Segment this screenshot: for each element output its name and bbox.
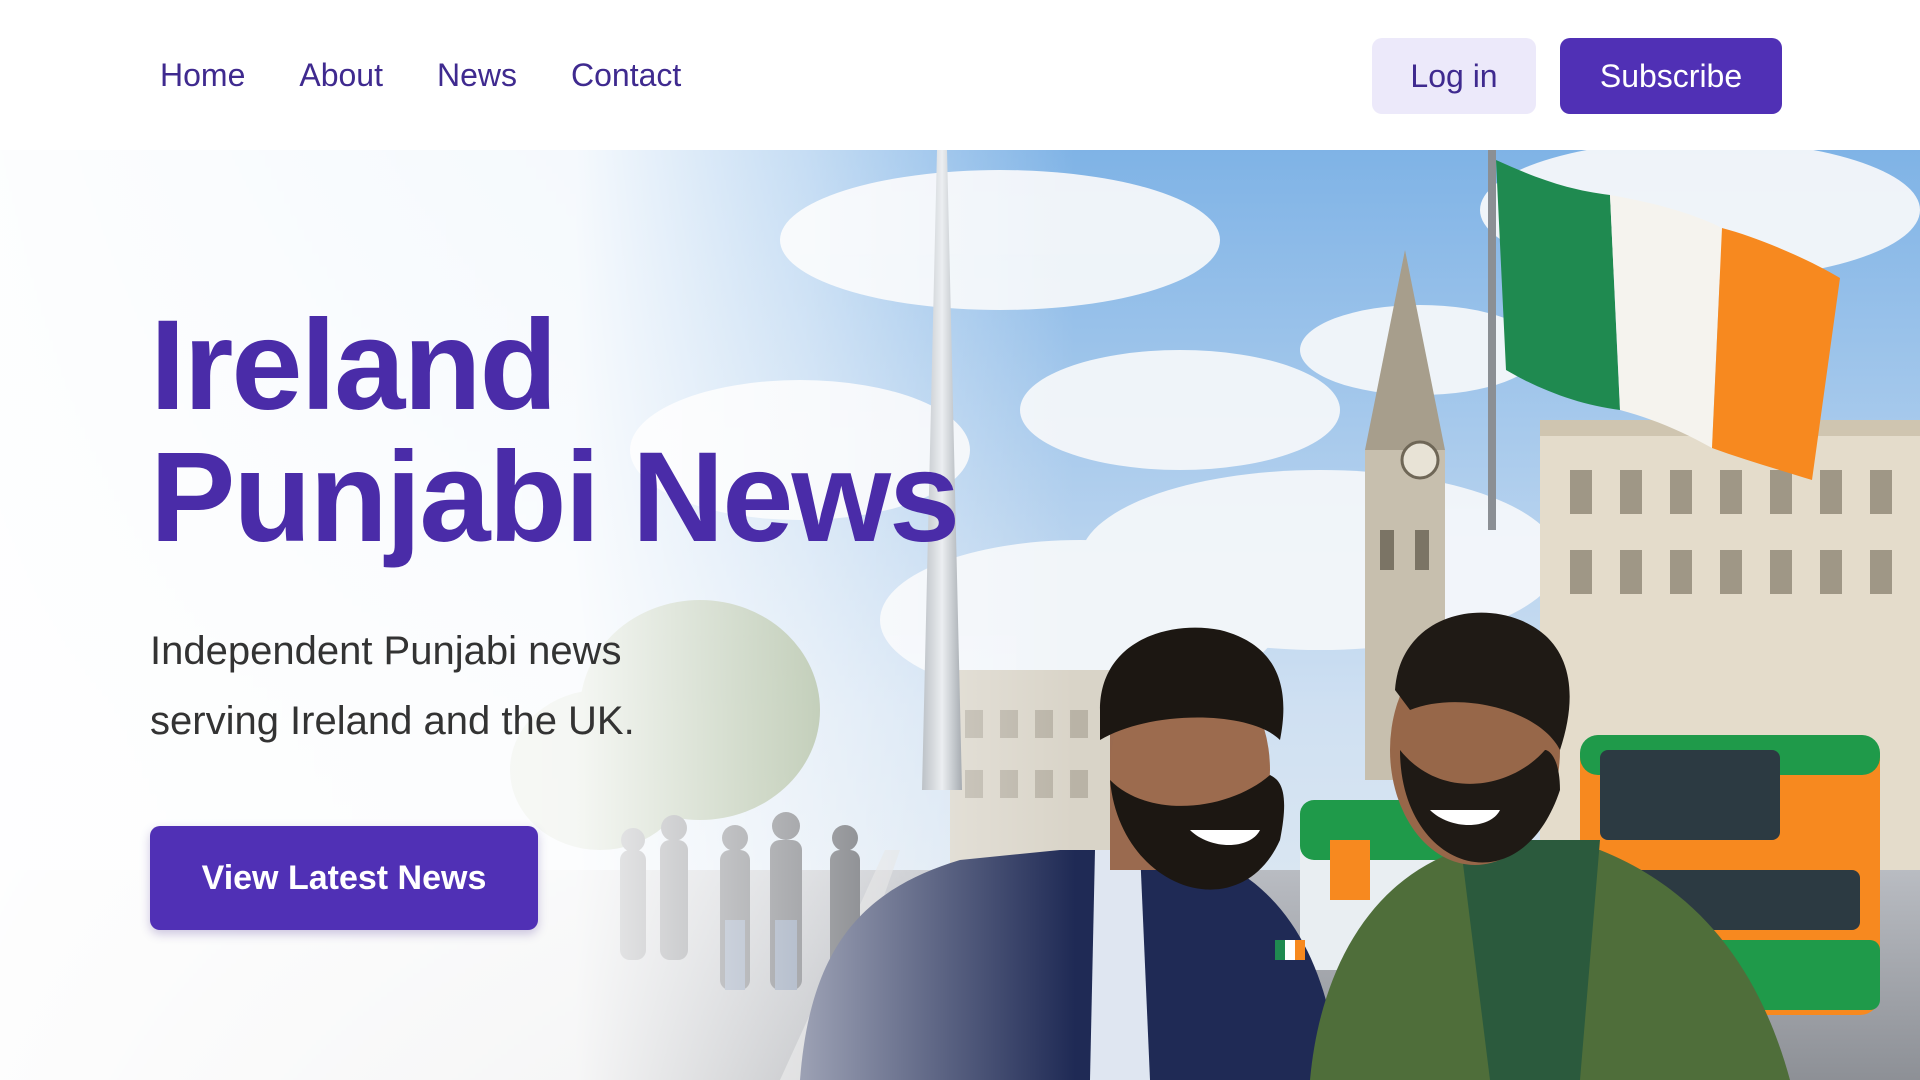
hero-subtitle: Independent Punjabi news serving Ireland… [150,629,635,743]
nav-link-home[interactable]: Home [160,57,245,94]
main-nav: Home About News Contact [160,0,681,150]
hero-title-line2: Punjabi News [150,426,960,569]
subscribe-button[interactable]: Subscribe [1560,38,1782,114]
nav-link-contact[interactable]: Contact [571,57,681,94]
nav-link-about[interactable]: About [299,57,383,94]
site-header: Home About News Contact Log in Subscribe [0,0,1920,150]
hero-section: Ireland Punjabi News Independent Punjabi… [0,150,1920,1080]
auth-buttons: Log in Subscribe [1372,38,1782,114]
login-button[interactable]: Log in [1372,38,1536,114]
nav-link-news[interactable]: News [437,57,517,94]
hero-title-line1: Ireland [150,294,558,437]
hero-title: Ireland Punjabi News [150,300,960,564]
hero-content: Ireland Punjabi News Independent Punjabi… [150,300,960,930]
view-latest-news-button[interactable]: View Latest News [150,826,538,930]
